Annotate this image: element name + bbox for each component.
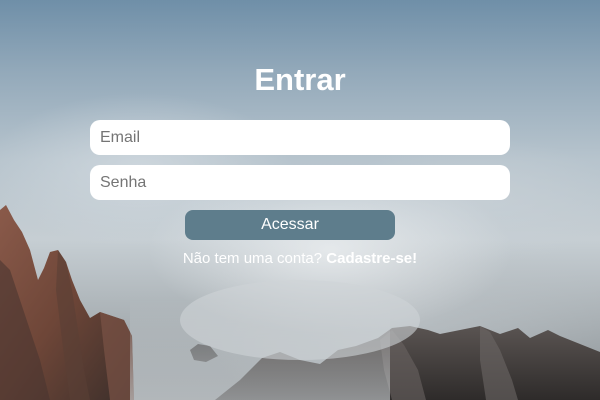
signup-prompt: Não tem uma conta? Cadastre-se! (90, 250, 510, 267)
login-form: Entrar Acessar Não tem uma conta? Cadast… (90, 0, 510, 400)
page-title: Entrar (254, 62, 346, 97)
password-field[interactable] (90, 165, 510, 200)
login-button[interactable]: Acessar (185, 210, 395, 240)
email-field[interactable] (90, 120, 510, 155)
signup-prompt-text: Não tem uma conta? (182, 250, 323, 267)
signup-link[interactable]: Cadastre-se! (326, 250, 417, 267)
